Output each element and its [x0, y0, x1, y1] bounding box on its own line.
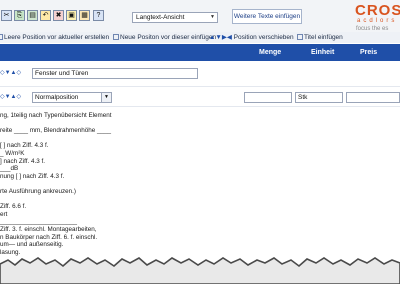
help-icon[interactable]: ? — [93, 10, 104, 21]
action-neue-position[interactable]: Neue Positon vor dieser einfügen — [113, 32, 216, 43]
action-titel-einfuegen[interactable]: Titel einfügen — [297, 32, 343, 43]
longtext-line — [0, 180, 210, 188]
longtext-line: [ ] nach Ziff. 4.3 f. — [0, 142, 49, 150]
insert-position-icon — [113, 34, 119, 40]
view-dropdown-value: Langtext-Ansicht — [136, 14, 185, 21]
longtext-body: ng, 1teilig nach Typenübersicht Element r… — [0, 112, 210, 256]
header-menge: Menge — [259, 49, 282, 56]
longtext-line: ______________________ — [0, 218, 78, 226]
chevron-down-icon: ▼ — [210, 14, 215, 20]
chevron-down-icon: ▼ — [101, 93, 111, 102]
longtext-line: _ W/m²K — [0, 149, 25, 157]
longtext-line — [0, 120, 210, 128]
action-bar: Leere Position vor aktueller erstellen N… — [0, 32, 400, 43]
row-move-icons[interactable]: ◇▼▲◇ — [0, 68, 21, 78]
view-dropdown[interactable]: Langtext-Ansicht ▼ — [132, 12, 218, 23]
torn-edge — [0, 257, 400, 284]
title-field[interactable]: Fenster und Türen — [32, 68, 198, 79]
preis-input[interactable] — [346, 92, 400, 103]
action-position-verschieben[interactable]: ▲▼▶◀ Position verschieben — [209, 32, 294, 43]
longtext-line: reite ____ mm, Blendrahmenhöhe ____ — [0, 127, 111, 135]
longtext-line: n Baukörper nach Ziff. 6. f. einschl. — [0, 233, 98, 241]
weitere-texte-button[interactable]: Weitere Texte einfügen — [232, 9, 302, 24]
position-type-value: Normalposition — [35, 94, 79, 101]
action-leere-position[interactable]: Leere Position vor aktueller erstellen — [0, 32, 109, 43]
einheit-input[interactable]: Stk — [295, 92, 343, 103]
title-icon — [297, 34, 303, 40]
longtext-line: Ziff. 6.6 f. — [0, 203, 27, 211]
longtext-line: ert — [0, 210, 8, 218]
position-type-select[interactable]: Normalposition ▼ — [32, 92, 112, 103]
undo-icon[interactable]: ↶ — [40, 10, 51, 21]
longtext-line: rte Ausführung ankreuzen.) — [0, 187, 76, 195]
row-move-icons[interactable]: ◇▼▲◇ — [0, 92, 21, 102]
longtext-line — [0, 196, 210, 204]
longtext-line: ] nach Ziff. 4.3 f. — [0, 157, 46, 165]
crossi-logo: CROSSI acdlors focus the es — [355, 0, 400, 32]
header-preis: Preis — [360, 49, 378, 56]
delete-icon[interactable]: ✖ — [53, 10, 64, 21]
export-icon[interactable]: ▦ — [79, 10, 90, 21]
logo-wordmark: CROSSI — [355, 2, 400, 19]
row-separator — [0, 106, 400, 107]
main-toolbar: ✂ ⎘ ▤ ↶ ✖ ▣ ▦ ? Langtext-Ansicht ▼ Weite… — [0, 0, 400, 32]
longtext-line: um— und außenseitig. — [0, 241, 64, 249]
cut-icon[interactable]: ✂ — [1, 10, 12, 21]
longtext-line: nung [ ] nach Ziff. 4.3 f. — [0, 172, 65, 180]
move-arrows-icon: ▲▼▶◀ — [209, 34, 234, 41]
header-einheit: Einheit — [311, 49, 335, 56]
logo-subtitle: acdlors — [357, 18, 398, 24]
copy-icon[interactable]: ⎘ — [14, 10, 25, 21]
row-separator — [0, 86, 400, 87]
menge-input[interactable] — [244, 92, 292, 103]
column-header: Menge Einheit Preis — [0, 44, 400, 61]
new-position-icon — [0, 34, 3, 40]
longtext-line: ng, 1teilig nach Typenübersicht Element — [0, 112, 112, 119]
longtext-line — [0, 135, 210, 143]
longtext-line: Ziff. 3. f. einschl. Montagearbeiten, — [0, 225, 97, 233]
paste-icon[interactable]: ▤ — [27, 10, 38, 21]
longtext-line: ___dB — [0, 165, 19, 173]
save-icon[interactable]: ▣ — [66, 10, 77, 21]
